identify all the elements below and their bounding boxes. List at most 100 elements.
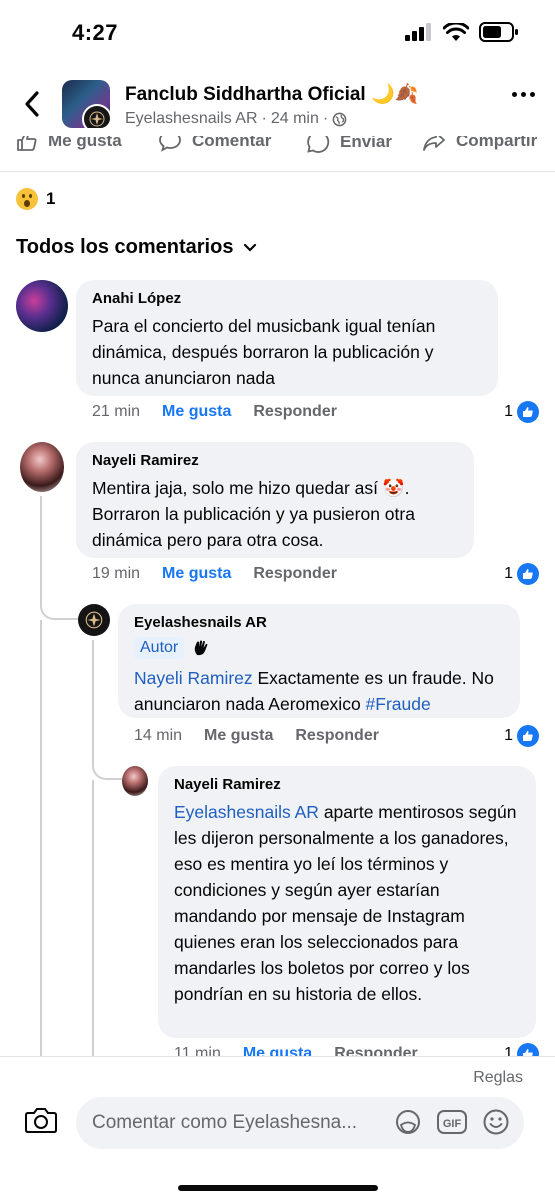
like-reaction-icon xyxy=(517,563,539,585)
camera-icon xyxy=(25,1108,57,1133)
author-badge: Autor xyxy=(134,637,212,659)
reaction-count: 1 xyxy=(46,189,56,208)
avatar[interactable] xyxy=(122,766,148,796)
share-action-label: Compartir xyxy=(456,136,538,150)
like-count: 1 xyxy=(504,727,513,744)
share-arrow-icon xyxy=(423,136,445,151)
comment-bubble: Nayeli Ramirez Mentira jaja, solo me hiz… xyxy=(76,442,474,558)
status-bar: 4:27 xyxy=(0,0,555,64)
comment-like-button[interactable]: Me gusta xyxy=(162,565,231,583)
author-badge-label: Autor xyxy=(134,637,185,659)
like-reaction-icon xyxy=(517,401,539,423)
send-action-label: Enviar xyxy=(340,136,392,151)
avatar-sticker-icon[interactable] xyxy=(394,1108,422,1136)
meta-separator-2: · xyxy=(322,110,329,127)
wifi-icon xyxy=(443,22,469,41)
dot-icon xyxy=(530,92,535,97)
waving-hand-icon xyxy=(195,640,208,656)
like-count: 1 xyxy=(504,565,513,582)
post-action-bar: Me gusta Comentar Enviar Compartir xyxy=(0,136,555,172)
gif-icon[interactable]: GIF xyxy=(436,1108,468,1136)
comment-like-count[interactable]: 1 xyxy=(504,563,539,585)
comment-time: 21 min xyxy=(92,403,141,420)
brand-logo-icon xyxy=(85,611,103,629)
brand-logo-icon xyxy=(89,111,105,127)
chevron-down-icon xyxy=(244,243,257,252)
reaction-summary[interactable]: 1 xyxy=(16,188,55,210)
hashtag-link[interactable]: #Fraude xyxy=(366,694,431,714)
home-indicator xyxy=(178,1185,378,1191)
more-options-button[interactable] xyxy=(512,92,535,97)
avatar[interactable] xyxy=(16,280,68,332)
avatar[interactable] xyxy=(20,442,64,492)
comment-action-button[interactable]: Comentar xyxy=(158,136,271,152)
comment-text: Mentira jaja, solo me hizo quedar así 🤡.… xyxy=(92,478,415,550)
comment-author[interactable]: Nayeli Ramirez xyxy=(92,452,460,469)
comment-sort-label: Todos los comentarios xyxy=(16,236,234,258)
comment-input-box[interactable]: GIF xyxy=(76,1097,524,1149)
send-action-button[interactable]: Enviar xyxy=(306,136,392,154)
author-avatar-badge xyxy=(82,104,110,128)
comment-like-button[interactable]: Me gusta xyxy=(162,403,231,421)
comment-action-label: Comentar xyxy=(192,136,272,150)
comment-like-button[interactable]: Me gusta xyxy=(204,727,273,745)
thread-line xyxy=(40,620,42,1060)
comment-meta: 14 min Me gusta Responder xyxy=(134,727,379,745)
comment-text: Eyelashesnails AR aparte mentirosos segú… xyxy=(174,799,522,1007)
comment-reply-button[interactable]: Responder xyxy=(253,565,337,583)
comment-body: aparte mentirosos según les dijeron pers… xyxy=(174,802,517,1004)
comment-reply-button[interactable]: Responder xyxy=(253,403,337,421)
group-avatar[interactable] xyxy=(62,80,110,128)
comment-time: 14 min xyxy=(134,727,183,744)
share-action-button[interactable]: Compartir xyxy=(422,136,537,152)
post-author[interactable]: Eyelashesnails AR xyxy=(125,110,258,128)
like-count: 1 xyxy=(504,403,513,420)
battery-icon xyxy=(479,22,518,42)
dot-icon xyxy=(521,92,526,97)
wow-reaction-icon xyxy=(16,188,38,210)
like-action-label: Me gusta xyxy=(48,136,122,150)
thread-connector xyxy=(40,590,78,620)
back-button[interactable] xyxy=(18,88,46,120)
post-time: 24 min xyxy=(270,110,319,127)
comment-input[interactable] xyxy=(92,1112,382,1134)
comment-bubble: Anahi López Para el concierto del musicb… xyxy=(76,280,498,396)
like-action-button[interactable]: Me gusta xyxy=(16,136,122,152)
comment-reply-button[interactable]: Responder xyxy=(295,727,379,745)
chevron-left-icon xyxy=(25,91,39,117)
meta-separator: · xyxy=(261,110,267,127)
comment-sort-dropdown[interactable]: Todos los comentarios xyxy=(16,236,257,259)
svg-text:GIF: GIF xyxy=(443,1118,462,1130)
comment-author[interactable]: Anahi López xyxy=(92,290,484,307)
comment-bubble: Nayeli Ramirez Eyelashesnails AR aparte … xyxy=(158,766,536,1038)
cellular-signal-icon xyxy=(405,23,431,41)
comment-text: Para el concierto del musicbank igual te… xyxy=(92,316,436,388)
comment-author[interactable]: Nayeli Ramirez xyxy=(174,776,522,793)
globe-icon xyxy=(332,112,347,126)
comment-time: 19 min xyxy=(92,565,141,582)
thread-connector xyxy=(92,750,122,780)
whatsapp-icon xyxy=(307,136,330,153)
comment-like-count[interactable]: 1 xyxy=(504,401,539,423)
thread-line xyxy=(92,780,94,1060)
mention-link[interactable]: Eyelashesnails AR xyxy=(174,802,319,822)
status-time: 4:27 xyxy=(72,20,119,45)
composer-icons: GIF xyxy=(394,1108,510,1136)
comment-meta: 21 min Me gusta Responder xyxy=(92,403,337,421)
post-meta: Eyelashesnails AR · 24 min · xyxy=(125,110,347,128)
thumbs-up-icon xyxy=(17,136,37,151)
emoji-icon[interactable] xyxy=(482,1108,510,1136)
comment-meta: 19 min Me gusta Responder xyxy=(92,565,337,583)
like-reaction-icon xyxy=(517,725,539,747)
camera-button[interactable] xyxy=(24,1105,58,1139)
group-name[interactable]: Fanclub Siddhartha Oficial 🌙🍂 xyxy=(125,82,418,106)
comment-bubble: Eyelashesnails AR Autor Nayeli Ramirez E… xyxy=(118,604,520,718)
post-header: Fanclub Siddhartha Oficial 🌙🍂 Eyelashesn… xyxy=(0,70,555,136)
comment-like-count[interactable]: 1 xyxy=(504,725,539,747)
rules-link[interactable]: Reglas xyxy=(473,1069,523,1087)
comment-text: Nayeli Ramirez Exactamente es un fraude.… xyxy=(134,665,506,717)
avatar[interactable] xyxy=(78,604,110,636)
mention-link[interactable]: Nayeli Ramirez xyxy=(134,668,253,688)
comment-author[interactable]: Eyelashesnails AR xyxy=(134,614,506,631)
thread-line xyxy=(92,640,94,750)
